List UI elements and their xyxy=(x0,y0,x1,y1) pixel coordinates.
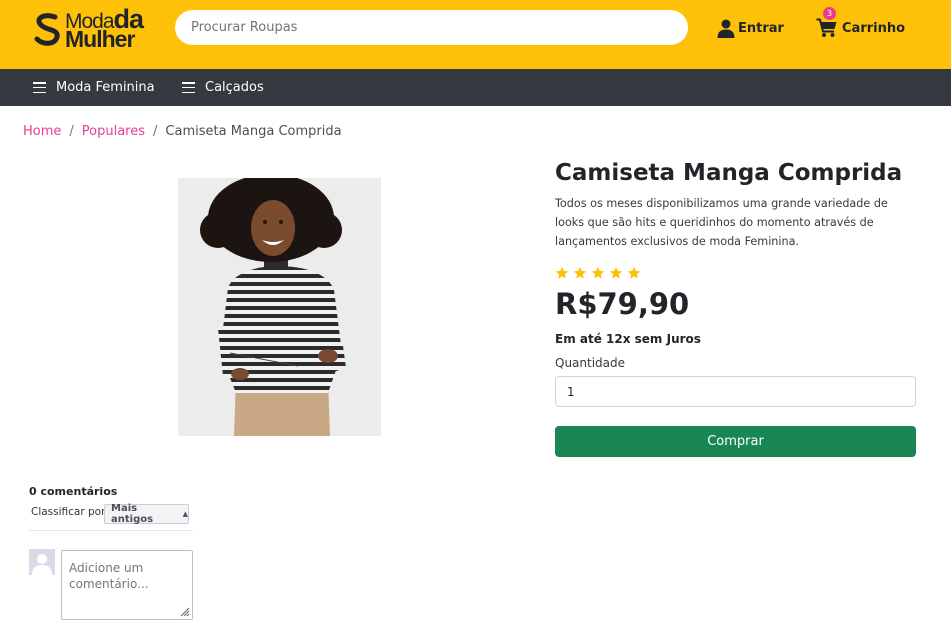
star-icon xyxy=(609,266,623,279)
breadcrumb: Home / Populares / Camiseta Manga Compri… xyxy=(23,124,342,139)
resize-handle-icon[interactable] xyxy=(178,605,190,617)
breadcrumb-current: Camiseta Manga Comprida xyxy=(165,124,342,139)
star-icon xyxy=(591,266,605,279)
nav-item-label: Moda Feminina xyxy=(56,80,155,95)
comments-divider xyxy=(29,530,193,531)
nav-item-label: Calçados xyxy=(205,80,264,95)
product-price: R$79,90 xyxy=(555,287,690,321)
product-title: Camiseta Manga Comprida xyxy=(555,160,903,186)
product-rating xyxy=(555,266,641,280)
product-description: Todos os meses disponibilizamos uma gran… xyxy=(555,197,888,248)
breadcrumb-home-link[interactable]: Home xyxy=(23,124,61,139)
site-logo[interactable]: Modada Mulher xyxy=(33,6,148,52)
menu-icon xyxy=(33,82,46,93)
menu-icon xyxy=(182,82,195,93)
cart-button[interactable]: Carrinho xyxy=(816,17,905,39)
sort-selected-value: Mais antigos xyxy=(111,503,154,525)
cart-count-badge: 3 xyxy=(823,7,836,20)
login-label: Entrar xyxy=(738,20,784,36)
breadcrumb-separator: / xyxy=(153,124,158,139)
logo-text-line2: Mulher xyxy=(65,26,135,52)
star-icon xyxy=(573,266,587,279)
user-icon xyxy=(717,19,735,38)
login-button[interactable]: Entrar xyxy=(717,17,784,39)
installments-info: Em até 12x sem Juros xyxy=(555,332,701,346)
nav-item-moda-feminina[interactable]: Moda Feminina xyxy=(33,69,155,106)
star-icon xyxy=(555,266,569,279)
breadcrumb-separator: / xyxy=(69,124,74,139)
buy-button[interactable]: Comprar xyxy=(555,426,916,457)
quantity-input[interactable] xyxy=(555,376,916,407)
breadcrumb-populares-link[interactable]: Populares xyxy=(82,124,145,139)
cart-icon xyxy=(816,18,837,37)
search-input[interactable] xyxy=(175,10,688,45)
avatar xyxy=(29,549,55,575)
product-image xyxy=(178,178,381,436)
cart-label: Carrinho xyxy=(842,20,906,36)
avatar-placeholder-icon xyxy=(29,549,55,575)
product-photo-illustration xyxy=(178,178,381,436)
comments-count: 0 comentários xyxy=(29,485,118,498)
quantity-label: Quantidade xyxy=(555,356,626,370)
sort-select[interactable]: Mais antigos ▲︎ xyxy=(104,503,189,525)
top-header: Modada Mulher Entrar Carrinho 3 xyxy=(0,0,951,69)
comment-input[interactable] xyxy=(61,550,193,620)
star-icon xyxy=(627,266,641,279)
category-navbar: Moda Feminina Calçados xyxy=(0,69,951,106)
nav-item-calcados[interactable]: Calçados xyxy=(182,69,264,106)
sort-arrows-icon: ▲︎ xyxy=(182,510,188,518)
logo-swirl-icon xyxy=(34,13,60,46)
sort-label: Classificar por xyxy=(31,506,106,518)
